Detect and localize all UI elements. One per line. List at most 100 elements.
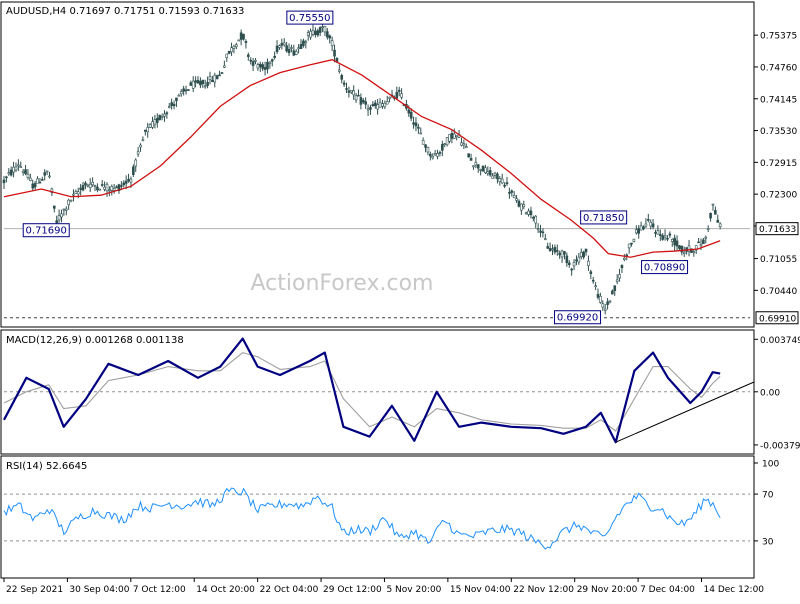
candle-body: [452, 133, 456, 139]
candle-body: [86, 184, 90, 187]
candle-body: [52, 205, 56, 209]
candle-body: [48, 175, 51, 178]
candle-body: [706, 228, 710, 230]
candle-body: [153, 119, 157, 125]
candle-body: [467, 153, 470, 158]
candle-body: [165, 112, 169, 115]
candle-body: [64, 208, 68, 211]
candle-body: [644, 223, 648, 227]
candle-body: [623, 257, 626, 261]
candle-body: [678, 245, 681, 249]
price-label-0.71690: 0.71690: [22, 223, 70, 238]
candle-body: [191, 80, 195, 89]
candle-body: [72, 193, 75, 196]
candle-body: [536, 228, 540, 230]
candle-body: [522, 204, 526, 207]
candle-body: [460, 142, 463, 146]
candle-body: [503, 184, 506, 187]
candle-body: [76, 191, 80, 195]
audusd-chart: ActionForex.com 0.75550 0.71690 0.71850 0.7…: [0, 0, 800, 600]
candle-body: [718, 223, 722, 228]
candle-body: [179, 91, 183, 95]
candle-body: [163, 113, 166, 117]
candle-body: [464, 146, 468, 149]
candle-body: [318, 27, 322, 33]
candle-body: [409, 111, 413, 119]
candle-body: [170, 102, 173, 106]
candle-body: [309, 30, 312, 38]
candle-body: [103, 186, 106, 190]
candle-body: [294, 51, 298, 55]
candle-body: [208, 76, 212, 80]
candle-body: [385, 101, 389, 105]
candle-body: [292, 50, 296, 56]
candle-body: [151, 121, 154, 128]
candle-body: [611, 290, 614, 295]
candle-body: [38, 181, 42, 184]
candle-body: [412, 122, 415, 125]
candle-body: [682, 251, 686, 254]
candle-body: [172, 103, 176, 107]
candle-body: [670, 238, 674, 242]
price-tick-label: 0.72915: [760, 159, 797, 169]
candle-body: [675, 240, 679, 247]
time-tick-label: 5 Nov 20:00: [386, 585, 441, 595]
candle-body: [476, 164, 480, 169]
candle-body: [618, 274, 621, 279]
candle-body: [84, 182, 87, 186]
candle-body: [311, 30, 315, 35]
candle-body: [548, 248, 552, 252]
candle-body: [455, 135, 458, 138]
candle-body: [505, 182, 509, 185]
price-tick-label: 0.72300: [760, 191, 797, 201]
candle-body: [658, 234, 662, 236]
candle-body: [479, 169, 482, 171]
candle-body: [148, 124, 152, 128]
price-tick-label: 0.74760: [760, 63, 797, 73]
candle-body: [177, 94, 181, 97]
candle-body: [673, 237, 676, 246]
candle-body: [338, 69, 341, 72]
candle-body: [26, 173, 30, 179]
candle-body: [627, 243, 631, 249]
price-tick-label: 0.73530: [760, 127, 797, 137]
candle-body: [340, 75, 344, 80]
price-label-text: 0.71850: [583, 213, 624, 224]
candle-body: [105, 183, 109, 192]
candle-body: [297, 47, 300, 50]
candle-body: [651, 223, 655, 228]
candle-body: [134, 159, 138, 167]
candle-body: [472, 165, 475, 168]
candle-body: [369, 107, 372, 110]
candle-body: [127, 178, 130, 182]
candle-body: [496, 173, 499, 180]
candle-body: [273, 55, 276, 58]
candle-body: [120, 185, 123, 187]
candle-body: [373, 102, 377, 107]
candle-body: [551, 248, 554, 251]
candle-body: [687, 245, 691, 252]
candle-body: [110, 186, 114, 191]
candle-body: [91, 181, 94, 186]
time-tick-label: 30 Sep 04:00: [69, 585, 129, 595]
candle-body: [560, 250, 564, 258]
candle-body: [12, 166, 15, 173]
candle-body: [108, 189, 111, 192]
candle-body: [122, 182, 126, 186]
candle-body: [41, 179, 44, 181]
candle-body: [278, 45, 281, 48]
candle-body: [361, 99, 365, 103]
candle-body: [603, 308, 607, 311]
candle-body: [448, 134, 451, 142]
candle-body: [424, 144, 427, 148]
candle-body: [79, 187, 82, 190]
candle-body: [230, 47, 233, 53]
time-tick-label: 22 Sep 2021: [6, 585, 63, 595]
candle-body: [350, 90, 353, 93]
candle-body: [223, 65, 226, 68]
candle-body: [546, 246, 550, 249]
candle-body: [261, 64, 264, 69]
candle-body: [100, 184, 104, 186]
candle-body: [326, 31, 329, 38]
candle-body: [680, 245, 684, 253]
